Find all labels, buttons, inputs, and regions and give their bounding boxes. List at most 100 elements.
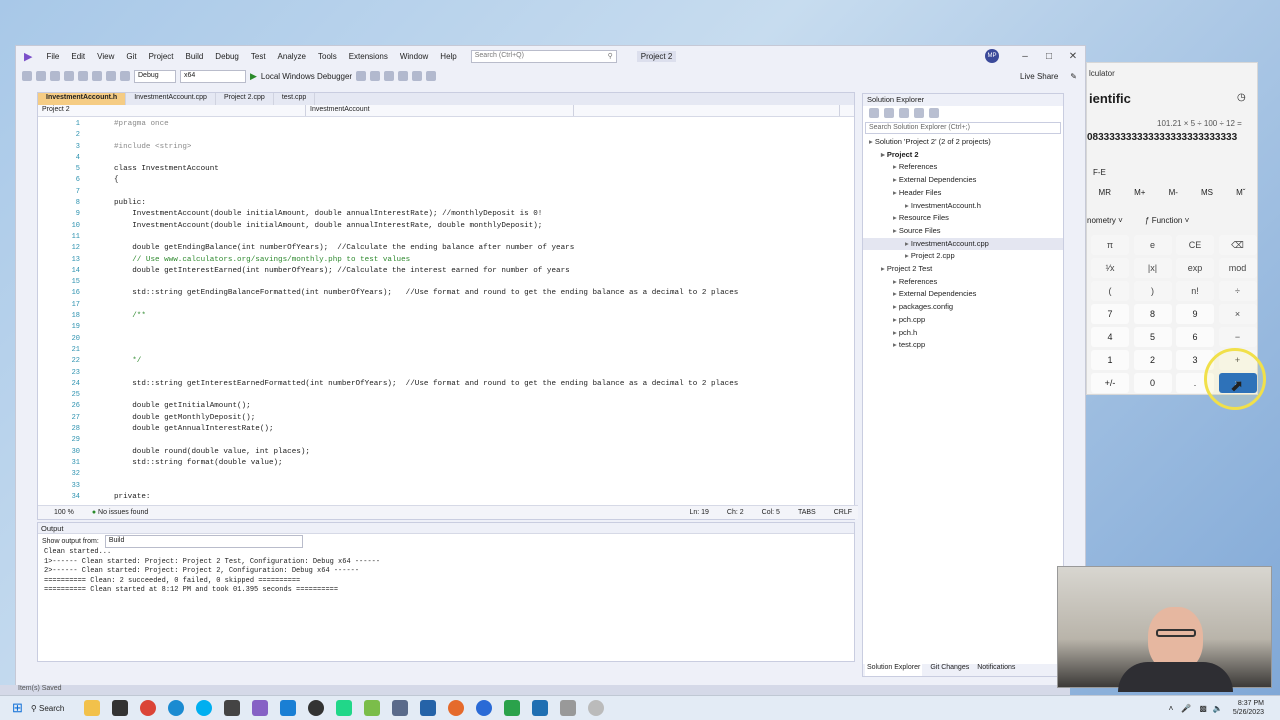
solution-tree-item[interactable]: ▸ InvestmentAccount.cpp [863,237,1063,251]
menu-item-edit[interactable]: Edit [71,52,85,61]
tab-test-cpp[interactable]: test.cpp [274,93,316,105]
fe-button[interactable]: F-E [1093,168,1106,177]
solution-tree-item[interactable]: ▸ test.cpp [863,339,1063,352]
hot-reload-icon[interactable] [370,71,381,81]
code-area[interactable]: 1 #pragma once 2 3 #include <string> 4 5 class … [38,119,858,505]
calc-key[interactable]: ¹⁄x [1091,258,1129,278]
solution-tree-item[interactable]: ▸ Resource Files [863,212,1063,225]
start-without-debug-icon[interactable] [356,71,367,81]
calc-key[interactable]: exp [1176,258,1214,278]
menu-item-build[interactable]: Build [186,52,204,61]
calc-key[interactable]: |x| [1133,258,1172,278]
solution-tree-item[interactable]: ▸ pch.cpp [863,314,1063,327]
history-icon[interactable]: ◷ [1237,92,1246,103]
nav-member-select[interactable] [574,105,840,116]
function-dropdown[interactable]: ƒ Function ˅ [1145,216,1189,225]
solution-search-input[interactable]: Search Solution Explorer (Ctrl+;) [865,122,1061,134]
menu-item-window[interactable]: Window [400,52,428,61]
calc-key[interactable]: 0 [1133,373,1172,393]
search-input[interactable]: Search (Ctrl+Q) ⚲ [470,49,617,63]
file-explorer-icon[interactable] [84,700,101,716]
calc-key[interactable]: ÷ [1218,281,1257,301]
calc-key[interactable]: e [1133,235,1172,255]
forward-icon[interactable] [36,71,46,81]
solution-tree-item[interactable]: ▸ Project 2.cpp [863,250,1063,263]
calc-key[interactable]: n! [1176,281,1214,301]
open-icon[interactable] [64,71,74,81]
tab-project2-cpp[interactable]: Project 2.cpp [216,93,274,105]
volume-icon[interactable]: 🔈 [1213,704,1223,713]
tab-solution-explorer[interactable]: Solution Explorer [865,664,923,676]
calc-key[interactable]: ) [1133,281,1172,301]
memory-button[interactable]: M+ [1134,188,1145,197]
tabs-indicator[interactable]: TABS [798,509,816,516]
edge-icon[interactable] [168,700,185,716]
calc-key[interactable]: 6 [1176,327,1214,347]
calc-key[interactable]: ( [1091,281,1129,301]
menu-item-extensions[interactable]: Extensions [349,52,388,61]
avatar[interactable]: MP [985,49,999,63]
calc-key[interactable]: 4 [1091,327,1129,347]
solution-tree-item[interactable]: ▸ Source Files [863,225,1063,238]
github-icon[interactable] [308,700,325,716]
close-icon[interactable]: ✕ [1061,51,1085,62]
debugger-button[interactable]: Local Windows Debugger [261,72,352,81]
home-icon[interactable] [869,108,879,118]
zoom-level[interactable]: 100 % [54,509,74,516]
tab-investmentaccount-cpp[interactable]: InvestmentAccount.cpp [126,93,216,105]
taskbar-search[interactable]: ⚲ Search [31,704,64,713]
menu-item-debug[interactable]: Debug [215,52,239,61]
calc-key[interactable]: CE [1176,235,1214,255]
calc-key[interactable]: 7 [1091,304,1129,324]
terminal-icon[interactable] [112,700,129,716]
undo-icon[interactable] [106,71,116,81]
feedback-icon[interactable]: ✎ [1070,72,1077,81]
menu-item-view[interactable]: View [97,52,114,61]
live-share-button[interactable]: Live Share [1020,72,1058,81]
menu-item-test[interactable]: Test [251,52,266,61]
save-all-icon[interactable] [92,71,102,81]
solution-tree-item[interactable]: ▸ References [863,276,1063,289]
save-icon[interactable] [78,71,88,81]
calc-key[interactable]: × [1218,304,1257,324]
menu-item-file[interactable]: File [46,52,59,61]
calc-key[interactable]: 8 [1133,304,1172,324]
calc-key[interactable]: ⌫ [1218,235,1257,255]
microphone-icon[interactable]: 🎤 [1181,704,1191,713]
solution-tree-item[interactable]: ▸ External Dependencies [863,288,1063,301]
maximize-icon[interactable]: □ [1037,51,1061,62]
solution-tree-item[interactable]: ▸ InvestmentAccount.h [863,200,1063,213]
recording-icon[interactable] [588,700,605,716]
toolbox-icon[interactable] [384,71,395,81]
solution-tree-item[interactable]: ▸ References [863,161,1063,174]
network-icon[interactable]: ▩ [1199,704,1207,713]
tab-git-changes[interactable]: Git Changes [930,664,969,676]
calc-key[interactable]: − [1218,327,1257,347]
uncomment-icon[interactable] [412,71,423,81]
pycharm-icon[interactable] [336,700,353,716]
tray-chevron-icon[interactable]: ˄ [1169,704,1174,713]
calc-key[interactable]: 2 [1133,350,1172,370]
menu-item-analyze[interactable]: Analyze [278,52,306,61]
menu-item-tools[interactable]: Tools [318,52,337,61]
comment-icon[interactable] [398,71,409,81]
calc-key[interactable]: π [1091,235,1129,255]
vscode-icon[interactable] [280,700,297,716]
menu-item-project[interactable]: Project [149,52,174,61]
chrome-icon[interactable] [140,700,157,716]
show-all-icon[interactable] [914,108,924,118]
calc-key[interactable]: 5 [1133,327,1172,347]
clock[interactable]: 8:37 PM 5/26/2023 [1233,699,1264,717]
refresh-icon[interactable] [884,108,894,118]
menu-item-git[interactable]: Git [126,52,136,61]
app8-icon[interactable] [560,700,577,716]
memory-button[interactable]: MR [1099,188,1111,197]
config-select[interactable]: Debug [134,69,176,83]
bookmark-icon[interactable] [426,71,437,81]
app2-icon[interactable] [364,700,381,716]
eol-indicator[interactable]: CRLF [834,509,852,516]
solution-tree-item[interactable]: ▸ External Dependencies [863,174,1063,187]
start-debug-icon[interactable]: ▶ [250,71,257,82]
output-source-select[interactable]: Build [104,534,303,548]
platform-select[interactable]: x64 [180,69,246,83]
